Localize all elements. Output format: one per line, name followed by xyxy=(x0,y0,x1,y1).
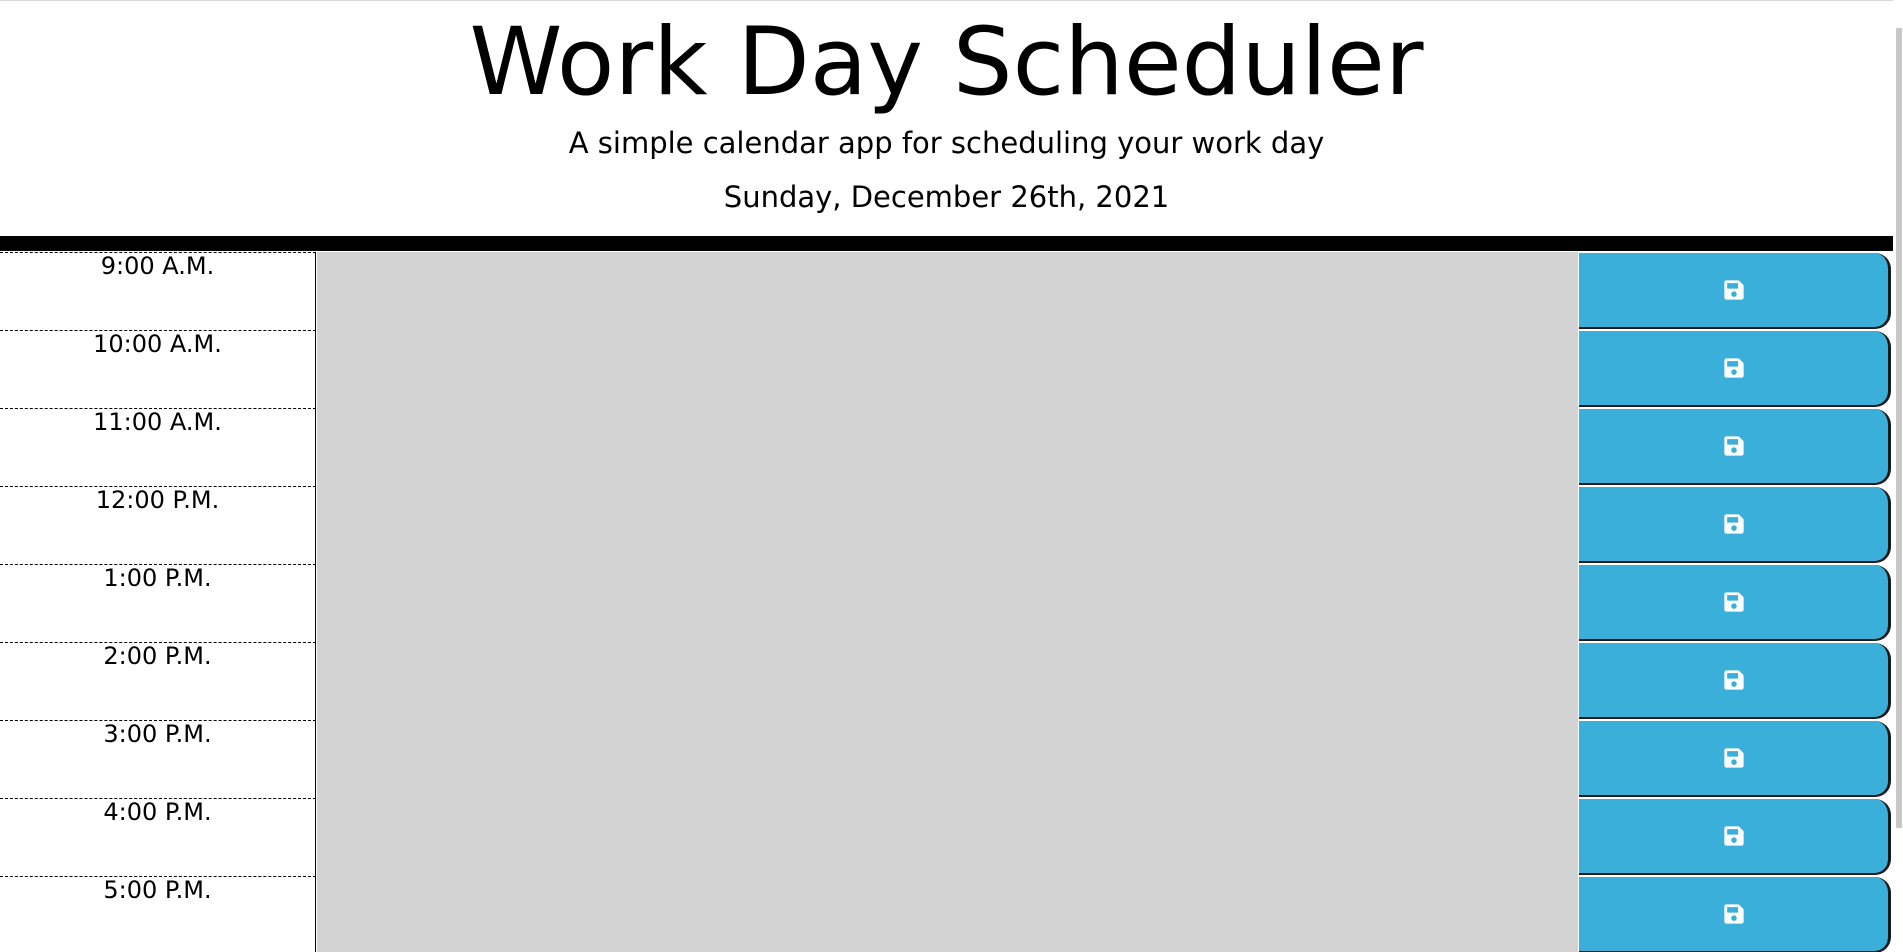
save-button[interactable] xyxy=(1579,565,1891,641)
save-icon xyxy=(1723,280,1744,300)
hour-text: 3:00 P.M. xyxy=(103,720,212,748)
hour-text: 9:00 A.M. xyxy=(100,252,215,280)
event-description-input[interactable] xyxy=(317,642,1578,720)
save-button[interactable] xyxy=(1579,721,1891,797)
hour-text: 10:00 A.M. xyxy=(93,330,222,358)
save-button[interactable] xyxy=(1579,643,1891,719)
hour-label: 2:00 P.M. xyxy=(0,642,316,720)
scrollbar-thumb[interactable] xyxy=(1896,28,1902,828)
hour-text: 1:00 P.M. xyxy=(103,564,212,592)
schedule-container: 9:00 A.M. 10:00 A.M. 11:00 A.M. 12:00 P.… xyxy=(0,252,1893,952)
save-icon xyxy=(1723,748,1744,768)
time-block-row: 10:00 A.M. xyxy=(0,330,1893,408)
hour-text: 5:00 P.M. xyxy=(103,876,212,904)
event-description-input[interactable] xyxy=(317,486,1578,564)
time-block-row: 11:00 A.M. xyxy=(0,408,1893,486)
current-day: Sunday, December 26th, 2021 xyxy=(723,180,1170,214)
save-button[interactable] xyxy=(1579,877,1891,952)
hour-label: 1:00 P.M. xyxy=(0,564,316,642)
time-block-row: 4:00 P.M. xyxy=(0,798,1893,876)
event-description-input[interactable] xyxy=(317,564,1578,642)
event-description-input[interactable] xyxy=(317,330,1578,408)
hour-label: 12:00 P.M. xyxy=(0,486,316,564)
scheduler-page: Work Day Scheduler A simple calendar app… xyxy=(0,0,1903,952)
header-divider xyxy=(0,236,1893,251)
save-icon xyxy=(1723,592,1744,612)
event-description-input[interactable] xyxy=(317,408,1578,486)
save-icon xyxy=(1723,904,1744,924)
time-block-row: 2:00 P.M. xyxy=(0,642,1893,720)
event-description-input[interactable] xyxy=(317,798,1578,876)
save-button[interactable] xyxy=(1579,799,1891,875)
hour-label: 11:00 A.M. xyxy=(0,408,316,486)
hour-label: 9:00 A.M. xyxy=(0,252,316,330)
time-block-row: 12:00 P.M. xyxy=(0,486,1893,564)
save-icon xyxy=(1723,436,1744,456)
hour-label: 10:00 A.M. xyxy=(0,330,316,408)
jumbotron: Work Day Scheduler A simple calendar app… xyxy=(0,0,1893,236)
event-description-input[interactable] xyxy=(317,720,1578,798)
event-description-input[interactable] xyxy=(317,252,1578,330)
save-icon xyxy=(1723,670,1744,690)
page-subtitle: A simple calendar app for scheduling you… xyxy=(568,126,1325,160)
save-button[interactable] xyxy=(1579,409,1891,485)
time-block-row: 5:00 P.M. xyxy=(0,876,1893,952)
save-icon xyxy=(1723,514,1744,534)
save-icon xyxy=(1723,358,1744,378)
event-description-input[interactable] xyxy=(317,876,1578,952)
hour-text: 12:00 P.M. xyxy=(95,486,220,514)
save-button[interactable] xyxy=(1579,487,1891,563)
hour-text: 2:00 P.M. xyxy=(103,642,212,670)
time-block-row: 9:00 A.M. xyxy=(0,252,1893,330)
time-block-row: 3:00 P.M. xyxy=(0,720,1893,798)
hour-text: 11:00 A.M. xyxy=(93,408,222,436)
time-block-row: 1:00 P.M. xyxy=(0,564,1893,642)
save-button[interactable] xyxy=(1579,331,1891,407)
hour-label: 5:00 P.M. xyxy=(0,876,316,952)
hour-text: 4:00 P.M. xyxy=(103,798,212,826)
hour-label: 4:00 P.M. xyxy=(0,798,316,876)
save-button[interactable] xyxy=(1579,253,1891,329)
save-icon xyxy=(1723,826,1744,846)
hour-label: 3:00 P.M. xyxy=(0,720,316,798)
page-title: Work Day Scheduler xyxy=(469,8,1424,117)
